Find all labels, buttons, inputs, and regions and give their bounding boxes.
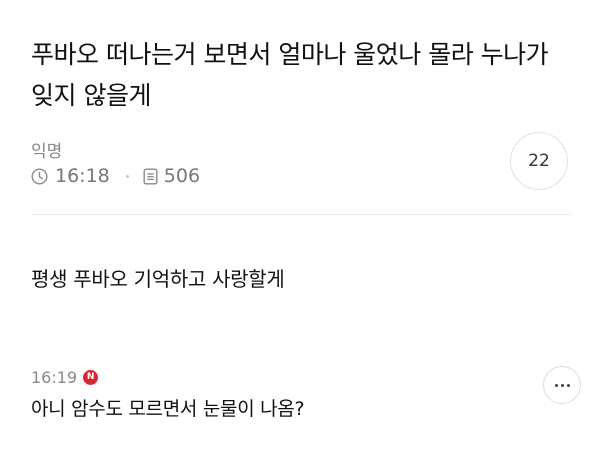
document-icon xyxy=(143,168,158,185)
more-dots-icon xyxy=(553,383,571,387)
comment-count-button[interactable]: 22 xyxy=(510,132,568,190)
comment-meta: 16:19 N xyxy=(31,366,99,388)
author-name: 익명 xyxy=(31,142,63,162)
comment-time: 16:19 xyxy=(31,367,78,387)
more-options-button[interactable] xyxy=(543,366,581,404)
new-badge: N xyxy=(83,369,99,385)
comment-text: 아니 암수도 모르면서 눈물이 나옴? xyxy=(31,398,305,420)
clock-icon xyxy=(31,167,48,185)
post-meta: 16:18 506 xyxy=(31,164,200,188)
post-time: 16:18 xyxy=(55,165,110,187)
divider xyxy=(31,214,571,215)
meta-separator xyxy=(125,174,129,178)
post-title: 푸바오 떠나는거 보면서 얼마나 울었나 몰라 누나가 잊지 않을게 xyxy=(31,40,549,110)
view-count: 506 xyxy=(163,165,201,187)
post-body: 평생 푸바오 기억하고 사랑할게 xyxy=(31,267,285,291)
